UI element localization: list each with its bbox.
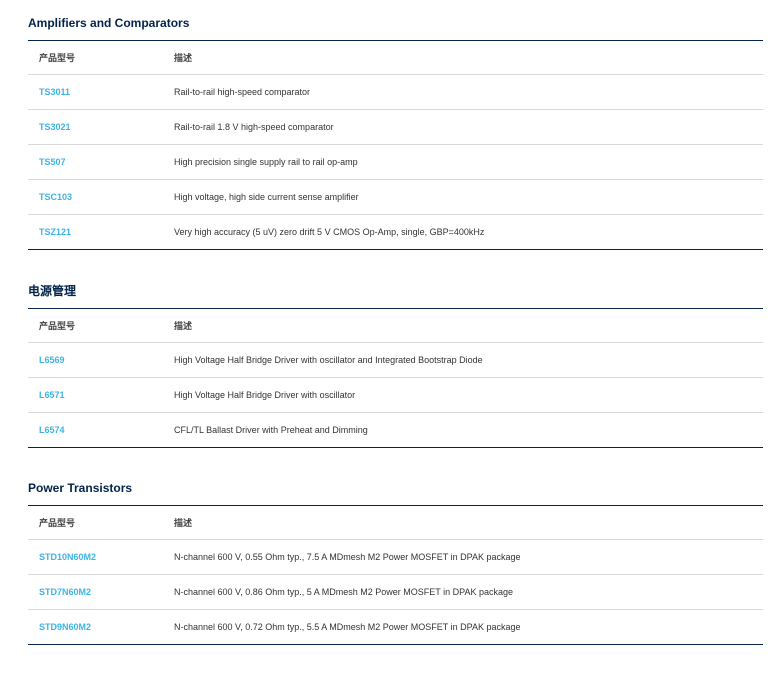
- part-link-tsc103[interactable]: TSC103: [39, 192, 72, 202]
- part-description: High Voltage Half Bridge Driver with osc…: [174, 377, 763, 413]
- column-header-description: 描述: [174, 505, 763, 540]
- table-row: STD10N60M2 N-channel 600 V, 0.55 Ohm typ…: [28, 539, 763, 575]
- part-description: N-channel 600 V, 0.72 Ohm typ., 5.5 A MD…: [174, 609, 763, 645]
- part-link-l6574[interactable]: L6574: [39, 425, 65, 435]
- section-power-management: 电源管理 产品型号 描述 L6569 High Voltage Half Bri…: [28, 282, 763, 448]
- column-header-part-number: 产品型号: [28, 505, 174, 540]
- part-description: CFL/TL Ballast Driver with Preheat and D…: [174, 412, 763, 448]
- product-table: 产品型号 描述 STD10N60M2 N-channel 600 V, 0.55…: [28, 505, 763, 645]
- table-row: TS507 High precision single supply rail …: [28, 144, 763, 180]
- part-link-std7n60m2[interactable]: STD7N60M2: [39, 587, 91, 597]
- part-description: N-channel 600 V, 0.86 Ohm typ., 5 A MDme…: [174, 574, 763, 610]
- part-link-ts507[interactable]: TS507: [39, 157, 66, 167]
- column-header-description: 描述: [174, 40, 763, 75]
- table-row: STD7N60M2 N-channel 600 V, 0.86 Ohm typ.…: [28, 574, 763, 610]
- part-link-ts3021[interactable]: TS3021: [39, 122, 71, 132]
- product-table: 产品型号 描述 L6569 High Voltage Half Bridge D…: [28, 308, 763, 448]
- table-row: L6569 High Voltage Half Bridge Driver wi…: [28, 342, 763, 378]
- part-link-tsz121[interactable]: TSZ121: [39, 227, 71, 237]
- part-description: Rail-to-rail 1.8 V high-speed comparator: [174, 109, 763, 145]
- table-header-row: 产品型号 描述: [28, 308, 763, 343]
- section-power-transistors: Power Transistors 产品型号 描述 STD10N60M2 N-c…: [28, 479, 763, 645]
- column-header-part-number: 产品型号: [28, 40, 174, 75]
- part-description: Rail-to-rail high-speed comparator: [174, 74, 763, 110]
- part-link-ts3011[interactable]: TS3011: [39, 87, 70, 97]
- section-amplifiers-comparators: Amplifiers and Comparators 产品型号 描述 TS301…: [28, 14, 763, 250]
- part-link-std9n60m2[interactable]: STD9N60M2: [39, 622, 91, 632]
- part-description: N-channel 600 V, 0.55 Ohm typ., 7.5 A MD…: [174, 539, 763, 575]
- section-title: 电源管理: [28, 284, 77, 298]
- table-row: TSC103 High voltage, high side current s…: [28, 179, 763, 215]
- part-description: High voltage, high side current sense am…: [174, 179, 763, 215]
- part-description: High Voltage Half Bridge Driver with osc…: [174, 342, 763, 378]
- product-table: 产品型号 描述 TS3011 Rail-to-rail high-speed c…: [28, 40, 763, 250]
- table-row: TS3011 Rail-to-rail high-speed comparato…: [28, 74, 763, 110]
- part-link-std10n60m2[interactable]: STD10N60M2: [39, 552, 96, 562]
- table-row: L6571 High Voltage Half Bridge Driver wi…: [28, 377, 763, 413]
- table-header-row: 产品型号 描述: [28, 505, 763, 540]
- table-row: TS3021 Rail-to-rail 1.8 V high-speed com…: [28, 109, 763, 145]
- column-header-description: 描述: [174, 308, 763, 343]
- table-row: L6574 CFL/TL Ballast Driver with Preheat…: [28, 412, 763, 448]
- section-title: Amplifiers and Comparators: [28, 16, 190, 30]
- part-description: Very high accuracy (5 uV) zero drift 5 V…: [174, 214, 763, 250]
- section-title: Power Transistors: [28, 481, 133, 495]
- column-header-part-number: 产品型号: [28, 308, 174, 343]
- table-header-row: 产品型号 描述: [28, 40, 763, 75]
- part-link-l6571[interactable]: L6571: [39, 390, 65, 400]
- table-row: STD9N60M2 N-channel 600 V, 0.72 Ohm typ.…: [28, 609, 763, 645]
- part-description: High precision single supply rail to rai…: [174, 144, 763, 180]
- table-row: TSZ121 Very high accuracy (5 uV) zero dr…: [28, 214, 763, 250]
- part-link-l6569[interactable]: L6569: [39, 355, 65, 365]
